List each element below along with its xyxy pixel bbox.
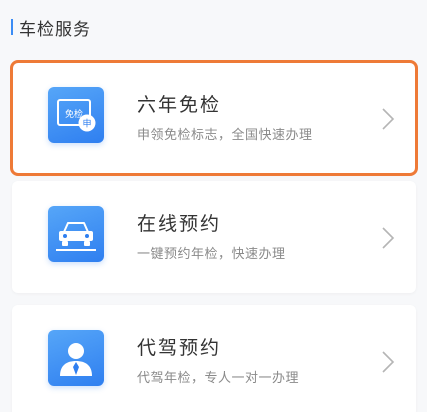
person-icon: [48, 330, 104, 386]
car-icon: [48, 206, 104, 262]
chevron-right-icon: [382, 227, 395, 249]
service-title: 六年免检: [137, 94, 222, 116]
service-card-online-booking[interactable]: 在线预约 一键预约年检，快速办理: [12, 181, 416, 293]
service-card-chauffeur-booking[interactable]: 代驾预约 代驾年检，专人一对一办理: [12, 305, 416, 412]
service-subtitle: 一键预约年检，快速办理: [137, 247, 286, 262]
service-title: 在线预约: [137, 213, 222, 235]
service-card-six-year-exemption[interactable]: 免检 申 六年免检 申领免检标志，全国快速办理: [10, 60, 418, 176]
section-title: 车检服务: [19, 19, 91, 40]
top-strip: [0, 0, 427, 6]
service-title: 代驾预约: [137, 337, 222, 359]
page: 车检服务 免检 申 六年免检 申领免检标志，全国快速办理 在线预约 一键预约年检…: [0, 0, 427, 412]
section-accent-bar: [11, 19, 13, 35]
svg-text:申: 申: [82, 118, 91, 130]
section-header: 车检服务: [11, 16, 91, 40]
chevron-right-icon: [382, 351, 395, 373]
service-subtitle: 申领免检标志，全国快速办理: [137, 128, 313, 143]
chevron-right-icon: [382, 108, 395, 130]
exemption-sticker-icon: 免检 申: [48, 87, 104, 143]
service-subtitle: 代驾年检，专人一对一办理: [137, 371, 300, 386]
